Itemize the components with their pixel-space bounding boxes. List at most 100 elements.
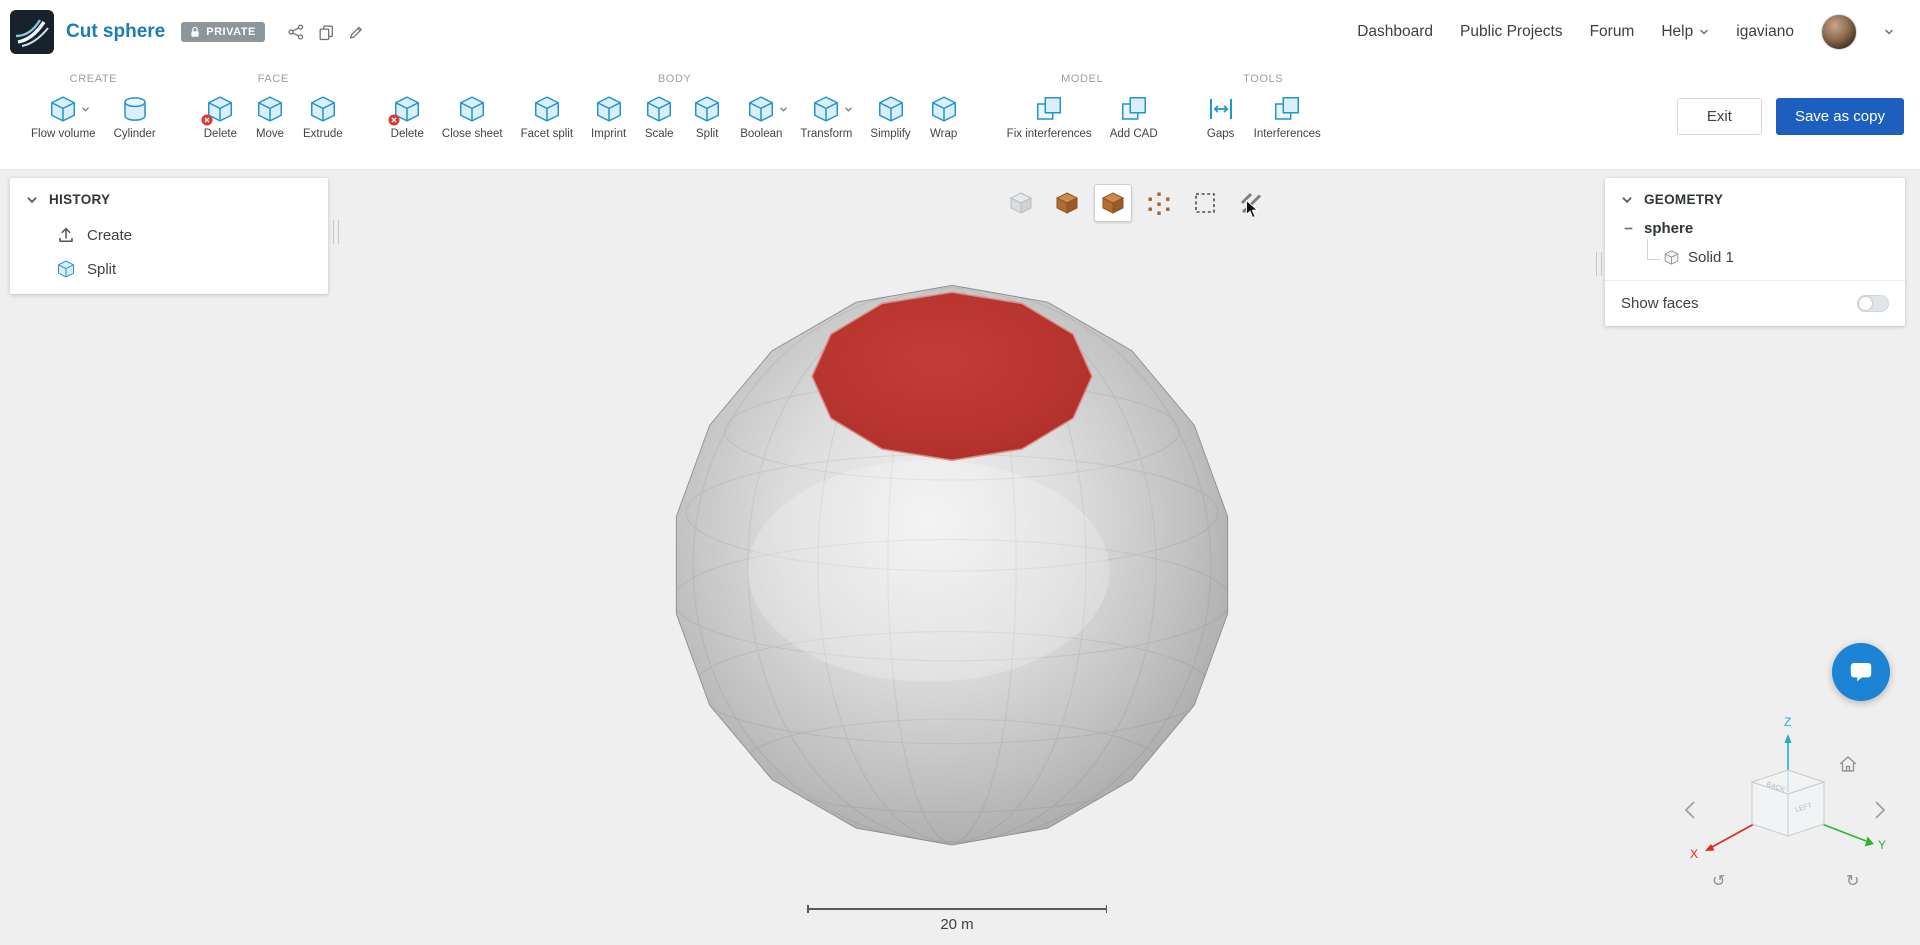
tool-face-delete[interactable]: Delete: [195, 87, 246, 140]
group-label: BODY: [657, 73, 692, 85]
history-item-label: Split: [87, 260, 117, 278]
tool-wrap[interactable]: Wrap: [920, 87, 968, 140]
exit-button[interactable]: Exit: [1676, 98, 1762, 135]
nav-forum[interactable]: Forum: [1590, 23, 1635, 41]
simplify-icon: [876, 94, 906, 124]
tree-node-label: Solid 1: [1688, 249, 1734, 266]
tool-face-extrude[interactable]: Extrude: [294, 87, 352, 140]
project-title: Cut sphere: [66, 21, 166, 42]
tree-node-sphere[interactable]: sphere: [1605, 218, 1905, 241]
tool-scale[interactable]: Scale: [635, 87, 683, 140]
view-wireframe-button[interactable]: [1002, 184, 1040, 222]
view-solid-faces-button[interactable]: [1094, 184, 1132, 222]
show-faces-label: Show faces: [1621, 295, 1699, 312]
ribbon-group-face: FACE Delete Move Extrude: [195, 64, 352, 169]
chevron-down-icon[interactable]: [844, 105, 853, 114]
tool-flow-volume[interactable]: Flow volume: [22, 87, 105, 140]
tool-transform[interactable]: Transform: [791, 87, 861, 140]
group-label: TOOLS: [1243, 73, 1284, 85]
ribbon-group-body: BODY Delete Close sheet Facet split Impr…: [382, 64, 968, 169]
duplicate-button[interactable]: [311, 17, 341, 47]
cylinder-icon: [120, 94, 150, 124]
geometry-panel-title: GEOMETRY: [1644, 192, 1724, 207]
panel-resize-grip[interactable]: [1596, 252, 1602, 276]
chevron-down-icon[interactable]: [779, 105, 788, 114]
rename-button[interactable]: [341, 17, 371, 47]
wrap-icon: [929, 94, 959, 124]
nav-public-projects[interactable]: Public Projects: [1460, 23, 1563, 41]
facet-split-icon: [532, 94, 562, 124]
chat-support-button[interactable]: [1832, 643, 1890, 701]
axis-z-label: Z: [1784, 715, 1791, 729]
boolean-icon: [746, 94, 776, 124]
split-step-icon: [56, 259, 76, 279]
tool-body-split[interactable]: Split: [683, 87, 731, 140]
view-vertices-button[interactable]: [1140, 184, 1178, 222]
solid-cube-icon: [1054, 190, 1080, 216]
avatar[interactable]: [1821, 14, 1857, 50]
interferences-icon: [1272, 94, 1302, 124]
rotate-cw-button[interactable]: ↻: [1846, 873, 1859, 890]
solid-faces-cube-icon: [1100, 190, 1126, 216]
rotate-left-chevron-button[interactable]: [1684, 801, 1695, 819]
measure-button[interactable]: [1232, 184, 1270, 222]
view-solid-button[interactable]: [1048, 184, 1086, 222]
group-label: MODEL: [1061, 73, 1104, 85]
tool-interferences[interactable]: Interferences: [1245, 87, 1330, 140]
group-label: CREATE: [69, 73, 118, 85]
scale-bar-line: [807, 905, 1107, 913]
tool-body-delete[interactable]: Delete: [382, 87, 433, 140]
nav-dashboard[interactable]: Dashboard: [1357, 23, 1433, 41]
tool-face-move[interactable]: Move: [246, 87, 294, 140]
nav-help-label: Help: [1661, 23, 1694, 40]
view-toolbar: [1002, 184, 1270, 222]
user-menu-chevron-icon[interactable]: [1884, 27, 1894, 37]
move-face-icon: [255, 94, 285, 124]
tool-gaps[interactable]: Gaps: [1197, 87, 1245, 140]
close-sheet-icon: [457, 94, 487, 124]
chevron-down-icon: [1699, 27, 1709, 37]
show-faces-toggle[interactable]: [1857, 295, 1889, 312]
imprint-icon: [594, 94, 624, 124]
history-item-create[interactable]: Create: [10, 218, 328, 252]
rotate-ccw-button[interactable]: ↺: [1712, 873, 1725, 890]
group-label: FACE: [257, 73, 289, 85]
ribbon-group-model: MODEL Fix interferences Add CAD: [998, 64, 1167, 169]
tool-close-sheet[interactable]: Close sheet: [433, 87, 512, 140]
panel-resize-grip[interactable]: [333, 220, 339, 244]
tool-facet-split[interactable]: Facet split: [512, 87, 582, 140]
extrude-face-icon: [308, 94, 338, 124]
vertices-icon: [1146, 190, 1172, 216]
tree-node-solid-1[interactable]: Solid 1: [1605, 239, 1905, 280]
tool-fix-interferences[interactable]: Fix interferences: [998, 87, 1101, 140]
username: igaviano: [1736, 23, 1794, 40]
nav-help[interactable]: Help: [1661, 23, 1709, 41]
privacy-badge: PRIVATE: [181, 22, 265, 42]
collapse-minus-icon[interactable]: [1623, 223, 1634, 234]
share-button[interactable]: [281, 17, 311, 47]
viewport-3d[interactable]: [602, 227, 1302, 915]
history-item-split[interactable]: Split: [10, 252, 328, 286]
chat-icon: [1847, 658, 1875, 686]
home-view-button[interactable]: [1839, 756, 1857, 772]
tool-simplify[interactable]: Simplify: [861, 87, 919, 140]
rotate-right-chevron-button[interactable]: [1875, 801, 1886, 819]
app-logo-icon: [10, 10, 54, 54]
history-panel-title: HISTORY: [49, 192, 111, 207]
collapse-chevron-icon[interactable]: [1621, 194, 1633, 206]
measure-icon: [1238, 190, 1264, 216]
app-logo[interactable]: [10, 10, 54, 54]
box-select-button[interactable]: [1186, 184, 1224, 222]
chevron-down-icon[interactable]: [81, 105, 90, 114]
transform-icon: [811, 94, 841, 124]
view-cube[interactable]: [1750, 769, 1826, 837]
tool-imprint[interactable]: Imprint: [582, 87, 635, 140]
tool-boolean[interactable]: Boolean: [731, 87, 791, 140]
tool-add-cad[interactable]: Add CAD: [1101, 87, 1167, 140]
save-as-copy-button[interactable]: Save as copy: [1775, 98, 1904, 135]
scale-icon: [644, 94, 674, 124]
tool-cylinder[interactable]: Cylinder: [105, 87, 165, 140]
solid-cube-icon: [1663, 249, 1680, 266]
collapse-chevron-icon[interactable]: [26, 194, 38, 206]
sphere-highlight: [747, 460, 1110, 682]
